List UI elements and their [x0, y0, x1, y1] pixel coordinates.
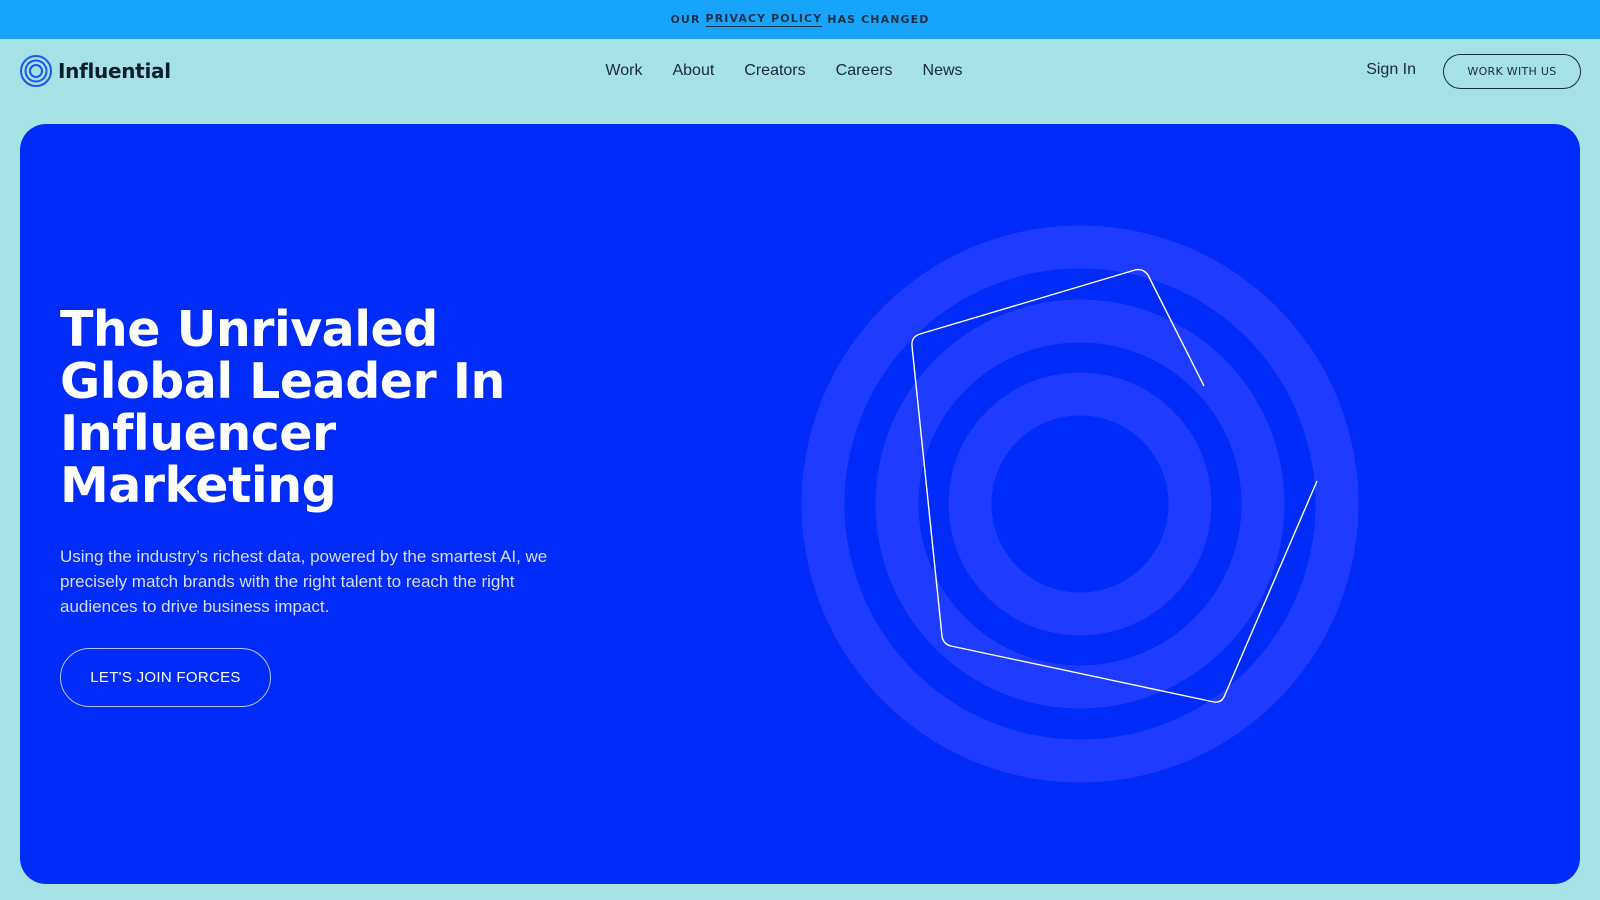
hero-subtitle: Using the industry’s richest data, power… [60, 547, 548, 616]
logo-link[interactable]: Influential [20, 55, 171, 87]
nav-item-careers[interactable]: Careers [836, 62, 893, 80]
hero-section: The Unrivaled Global Leader In Influence… [20, 124, 1580, 884]
hero-title: The Unrivaled Global Leader In Influence… [60, 304, 620, 512]
announcement-bar: OUR PRIVACY POLICY HAS CHANGED [0, 0, 1600, 39]
nav-item-news[interactable]: News [923, 62, 963, 80]
pentagon-outline-shape [911, 268, 1318, 703]
site-header: Influential Work About Creators Careers … [0, 39, 1600, 124]
work-with-us-button[interactable]: WORK WITH US [1443, 54, 1581, 89]
hero-title-line: Global Leader In [60, 353, 505, 410]
hero-title-line: Marketing [60, 457, 337, 514]
main-nav: Work About Creators Careers News [0, 39, 1600, 103]
join-forces-button[interactable]: LET'S JOIN FORCES [60, 648, 271, 707]
hero-title-line: Influencer [60, 405, 336, 462]
sign-in-link[interactable]: Sign In [1366, 61, 1416, 79]
announcement-prefix: OUR [670, 13, 701, 26]
nav-item-about[interactable]: About [672, 62, 714, 80]
concentric-circles-logo-icon [20, 55, 52, 87]
nav-item-work[interactable]: Work [605, 62, 642, 80]
hero-title-line: The Unrivaled [60, 301, 438, 358]
announcement-suffix: HAS CHANGED [827, 13, 930, 26]
logo-text: Influential [58, 59, 171, 83]
nav-item-creators[interactable]: Creators [744, 62, 805, 80]
privacy-policy-link[interactable]: PRIVACY POLICY [705, 12, 823, 27]
